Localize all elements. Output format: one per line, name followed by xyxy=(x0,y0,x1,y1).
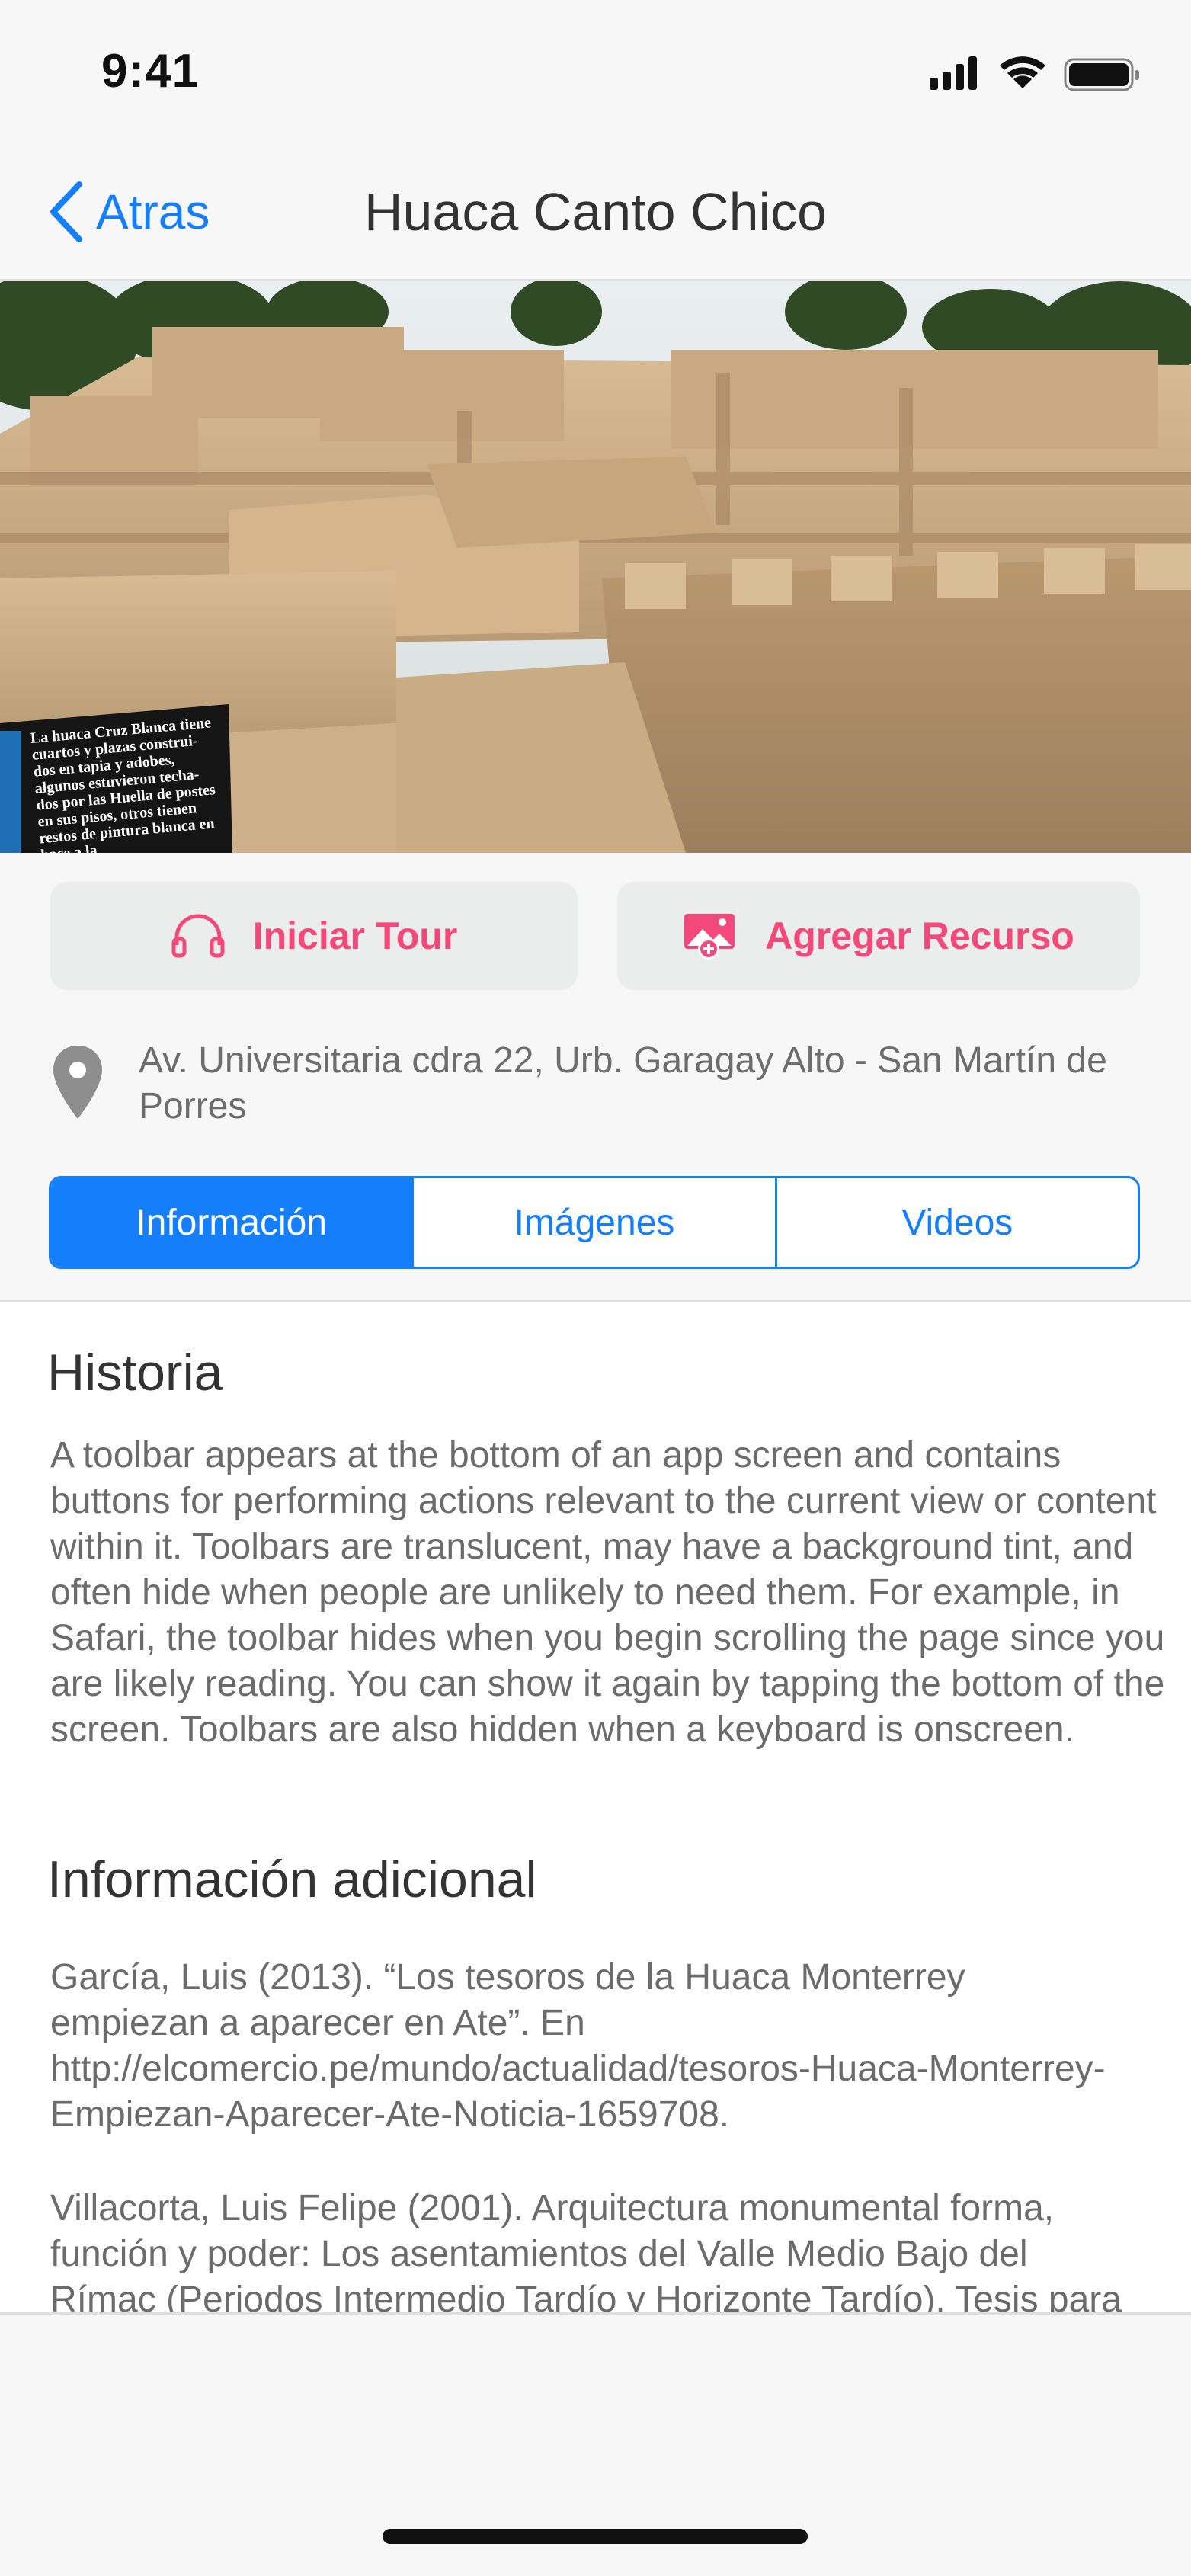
tab-videos[interactable]: Videos xyxy=(774,1178,1138,1267)
additional-info-heading: Información adicional xyxy=(47,1850,537,1908)
add-image-icon xyxy=(684,914,735,960)
headphones-icon xyxy=(171,914,225,958)
start-tour-button[interactable]: Iniciar Tour xyxy=(50,882,578,990)
segmented-control: Información Imágenes Videos xyxy=(49,1176,1140,1269)
status-icons xyxy=(930,56,1139,91)
page-title: Huaca Canto Chico xyxy=(364,182,827,242)
wifi-icon xyxy=(1000,56,1045,88)
historia-heading: Historia xyxy=(47,1344,223,1402)
add-resource-button[interactable]: Agregar Recurso xyxy=(617,882,1140,990)
start-tour-label: Iniciar Tour xyxy=(252,915,458,957)
tab-imagenes[interactable]: Imágenes xyxy=(411,1178,774,1267)
hero-image: La huaca Cruz Blanca tienecuartos y plaz… xyxy=(0,281,1191,853)
status-time: 9:41 xyxy=(101,45,200,98)
reference-item: García, Luis (2013). “Los tesoros de la … xyxy=(50,1957,1106,2135)
location-pin-icon xyxy=(53,1046,102,1119)
tab-informacion[interactable]: Información xyxy=(51,1178,412,1267)
battery-icon xyxy=(1064,58,1139,91)
add-resource-label: Agregar Recurso xyxy=(765,915,1074,957)
sign-text: La huaca Cruz Blanca tienecuartos y plaz… xyxy=(30,714,216,853)
home-indicator[interactable] xyxy=(383,2529,808,2544)
address-text: Av. Universitaria cdra 22, Urb. Garagay … xyxy=(139,1040,1107,1126)
historia-text: A toolbar appears at the bottom of an ap… xyxy=(50,1435,1165,1750)
signal-icon xyxy=(930,56,977,90)
